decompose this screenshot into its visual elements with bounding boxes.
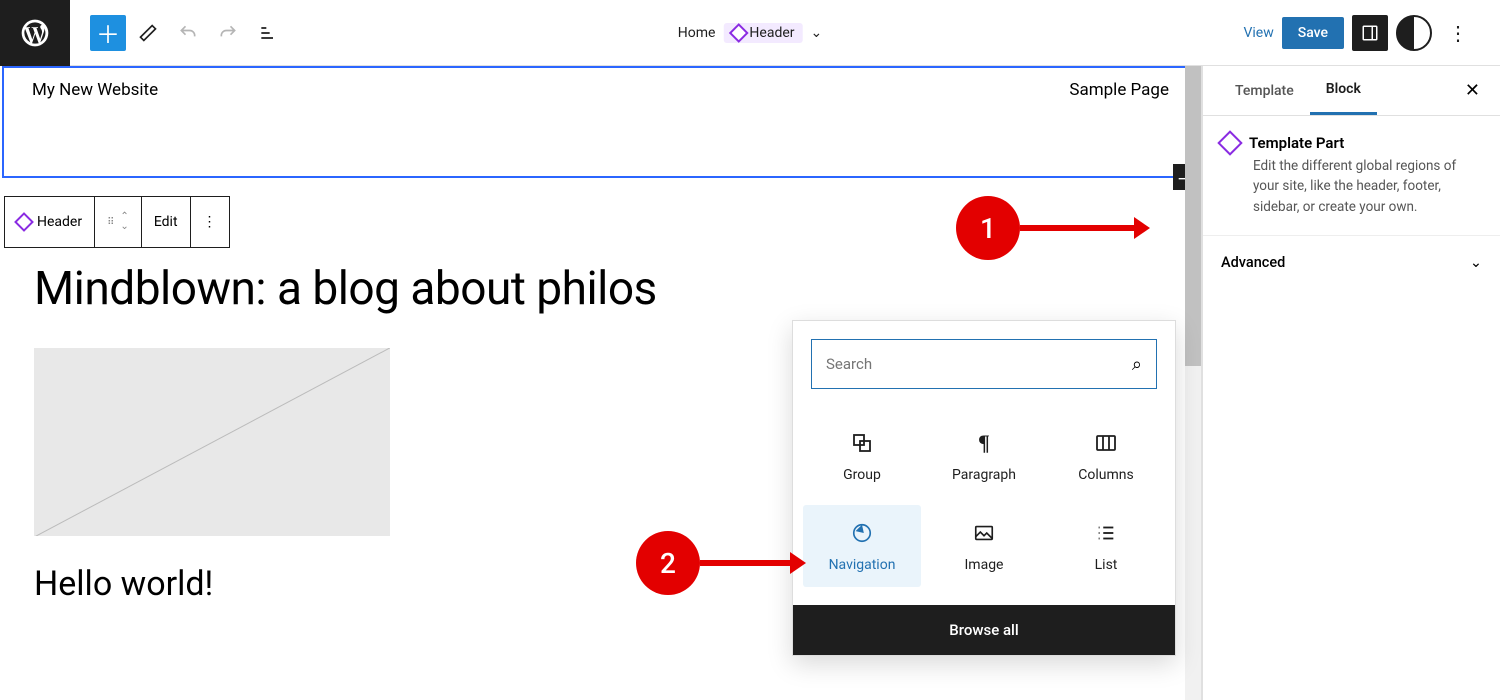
block-more-options[interactable]: ⋮ <box>191 197 229 247</box>
tab-block[interactable]: Block <box>1310 66 1377 115</box>
block-type-title: Template Part <box>1249 134 1344 152</box>
block-toolbar: Header ⠿ ⌃⌄ Edit ⋮ <box>4 196 230 248</box>
list-icon <box>1092 519 1120 547</box>
chevron-down-icon[interactable]: ⌄ <box>811 25 823 41</box>
nav-link-sample-page[interactable]: Sample Page <box>1069 80 1169 100</box>
block-move-handle[interactable]: ⠿ ⌃⌄ <box>95 197 142 247</box>
search-icon: ⌕ <box>1132 354 1142 375</box>
image-icon <box>970 519 998 547</box>
undo-icon[interactable] <box>170 15 206 51</box>
breadcrumb-header[interactable]: Header <box>723 23 802 43</box>
save-button[interactable]: Save <box>1282 17 1344 49</box>
featured-image-placeholder[interactable] <box>34 348 390 536</box>
navigation-icon <box>848 519 876 547</box>
redo-icon[interactable] <box>210 15 246 51</box>
search-input[interactable] <box>826 355 1132 373</box>
view-link[interactable]: View <box>1243 25 1273 41</box>
breadcrumb-home[interactable]: Home <box>678 25 716 41</box>
block-inserter-panel: ⌕ Group ¶ Paragraph Columns Navigation <box>792 320 1176 656</box>
template-part-icon <box>14 212 34 232</box>
page-title[interactable]: Mindblown: a blog about philos <box>0 248 1201 316</box>
paragraph-icon: ¶ <box>970 429 998 457</box>
list-view-icon[interactable] <box>250 15 286 51</box>
block-type-description: Edit the different global regions of you… <box>1221 156 1482 217</box>
breadcrumb: Home Header ⌄ <box>678 23 823 43</box>
browse-all-button[interactable]: Browse all <box>793 605 1175 655</box>
columns-icon <box>1092 429 1120 457</box>
edit-tool-icon[interactable] <box>130 15 166 51</box>
template-part-icon <box>729 23 749 43</box>
site-title[interactable]: My New Website <box>32 80 158 100</box>
block-inserter-toggle[interactable]: ＋ <box>90 15 126 51</box>
block-option-paragraph[interactable]: ¶ Paragraph <box>925 415 1043 497</box>
chevron-down-icon: ⌄ <box>1470 254 1482 271</box>
block-option-group[interactable]: Group <box>803 415 921 497</box>
header-template-part[interactable]: My New Website Sample Page ＋ <box>2 66 1199 178</box>
block-type-indicator[interactable]: Header <box>5 197 95 247</box>
move-down-icon[interactable]: ⌄ <box>120 222 128 232</box>
tab-template[interactable]: Template <box>1219 66 1310 115</box>
scrollbar[interactable] <box>1185 66 1201 700</box>
block-option-navigation[interactable]: Navigation <box>803 505 921 587</box>
more-options-icon[interactable]: ⋮ <box>1440 15 1476 51</box>
styles-icon[interactable] <box>1396 15 1432 51</box>
close-sidebar-icon[interactable]: ✕ <box>1461 76 1484 105</box>
search-input-wrapper[interactable]: ⌕ <box>811 339 1157 389</box>
group-icon <box>848 429 876 457</box>
block-option-image[interactable]: Image <box>925 505 1043 587</box>
block-option-list[interactable]: List <box>1047 505 1165 587</box>
advanced-panel-toggle[interactable]: Advanced ⌄ <box>1203 235 1500 289</box>
wp-logo[interactable] <box>0 0 70 66</box>
edit-button[interactable]: Edit <box>142 197 191 247</box>
drag-handle-icon: ⠿ <box>107 217 114 228</box>
settings-sidebar: Template Block ✕ Template Part Edit the … <box>1202 66 1500 700</box>
template-part-icon <box>1217 130 1242 155</box>
settings-sidebar-toggle[interactable] <box>1352 15 1388 51</box>
block-option-columns[interactable]: Columns <box>1047 415 1165 497</box>
